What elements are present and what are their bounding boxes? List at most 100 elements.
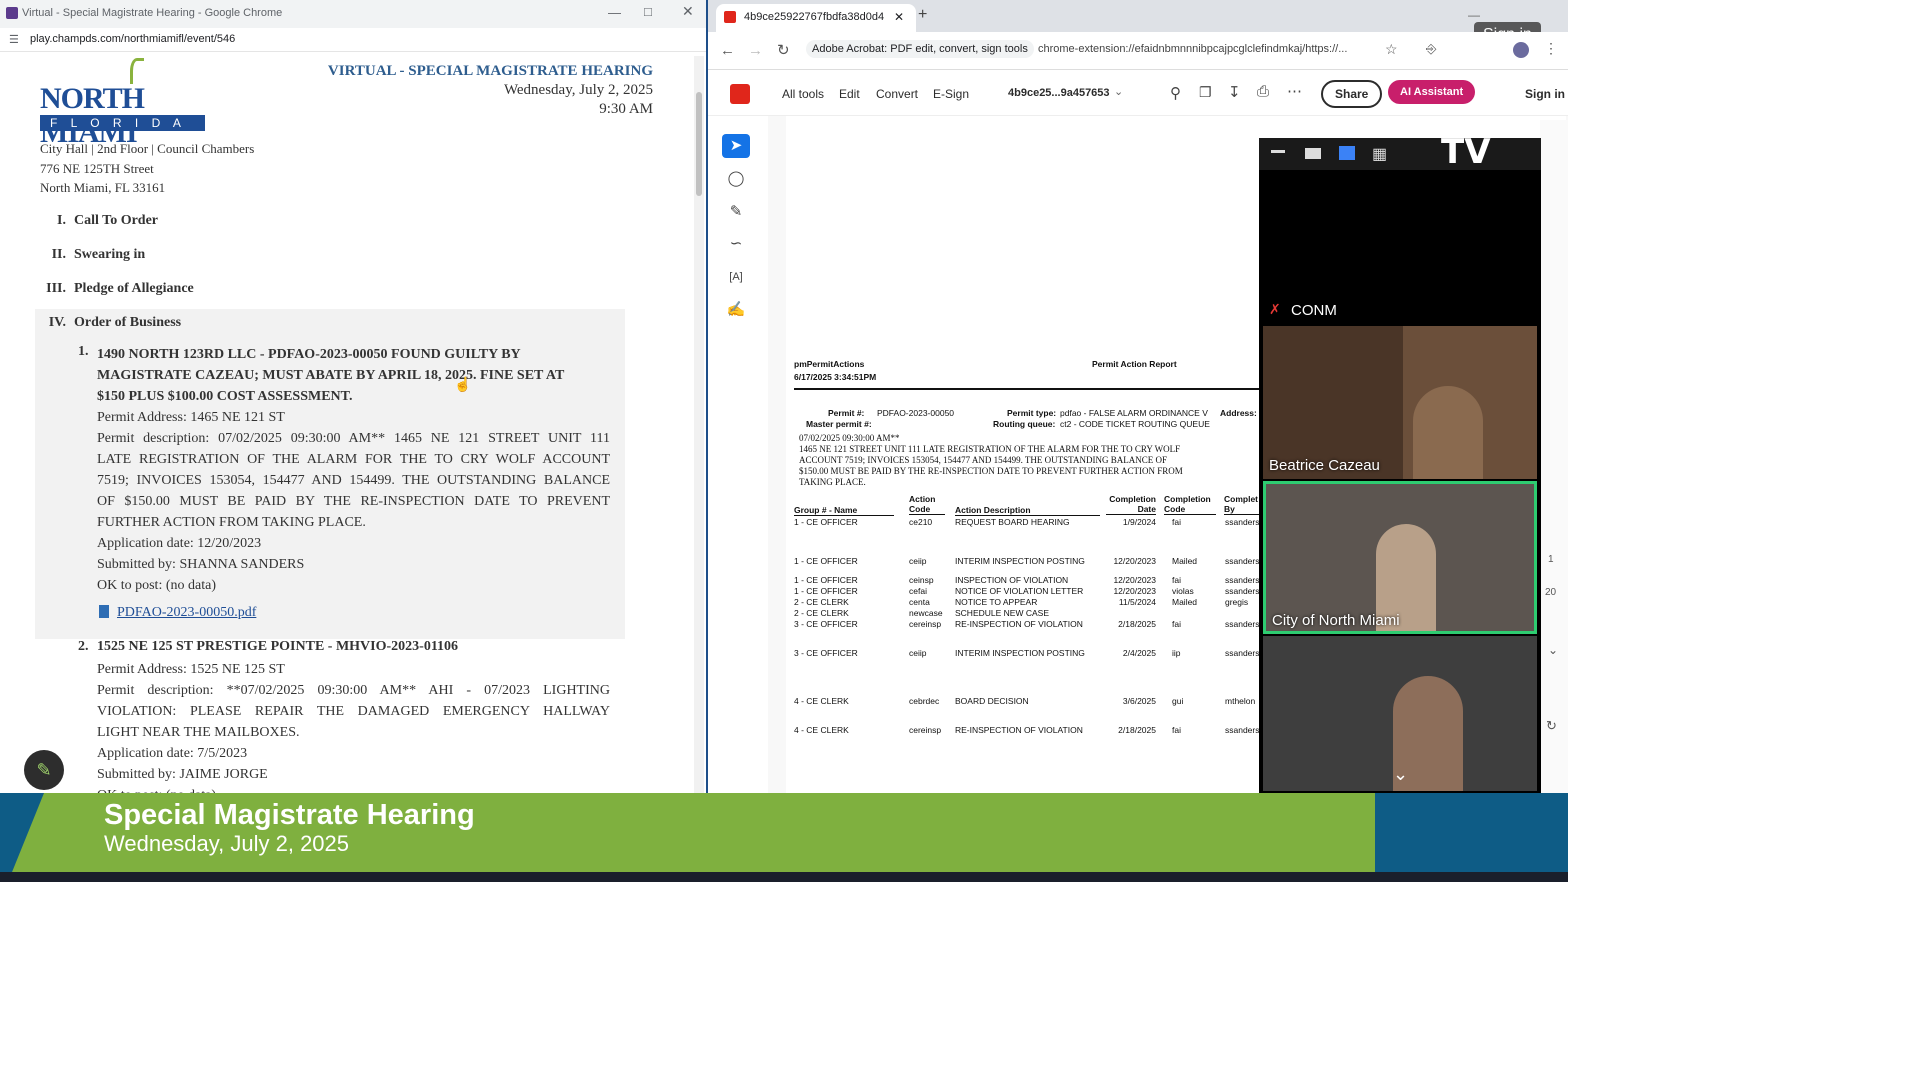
file-icon bbox=[99, 605, 109, 618]
agenda-num: I. bbox=[57, 213, 66, 228]
cell-code: cereinsp bbox=[909, 725, 942, 735]
cell-by: gregis bbox=[1225, 597, 1249, 607]
cell-date: 11/5/2024 bbox=[1118, 597, 1156, 607]
sign-tool-icon[interactable]: ✍ bbox=[722, 298, 750, 322]
broadcast-banner: Special Magistrate Hearing Wednesday, Ju… bbox=[0, 793, 1568, 882]
acrobat-logo-icon[interactable] bbox=[730, 84, 750, 104]
cell-desc: REQUEST BOARD HEARING bbox=[955, 517, 1070, 527]
file-name[interactable]: 4b9ce25...9a457653 bbox=[1008, 87, 1110, 99]
highlight-tool-icon[interactable]: ✎ bbox=[722, 200, 750, 224]
cell-code: ceinsp bbox=[909, 575, 934, 585]
site-info-icon[interactable]: ☰ bbox=[9, 33, 19, 46]
cell-code: cefai bbox=[909, 586, 927, 596]
close-button[interactable]: ✕ bbox=[682, 3, 694, 20]
agenda-item: Order of Business bbox=[74, 315, 182, 330]
extensions-icon[interactable]: ⎆ bbox=[1426, 41, 1436, 57]
cell-date: 12/20/2023 bbox=[1113, 586, 1156, 596]
draw-tool-icon[interactable]: ∽ bbox=[722, 232, 750, 256]
forward-icon[interactable]: → bbox=[748, 42, 763, 59]
participant-name: Beatrice Cazeau bbox=[1269, 457, 1380, 474]
tab-pdf[interactable]: 4b9ce25922767fbdfa38d0d45f ✕ bbox=[716, 4, 916, 32]
page-side-number: 20 bbox=[1545, 587, 1557, 598]
cell-code: cebrdec bbox=[909, 696, 940, 706]
back-icon[interactable]: ← bbox=[720, 42, 735, 59]
bookmark-star-icon[interactable]: ☆ bbox=[1385, 41, 1398, 58]
doc-title: VIRTUAL - SPECIAL MAGISTRATE HEARING bbox=[327, 63, 653, 79]
download-icon[interactable]: ↧ bbox=[1228, 83, 1241, 101]
cell-comp-code: iip bbox=[1172, 648, 1181, 658]
gallery-strip-icon[interactable] bbox=[1339, 146, 1355, 160]
logo-florida: F L O R I D A bbox=[50, 116, 186, 130]
tv-logo: TV bbox=[1441, 132, 1491, 172]
profile-avatar[interactable] bbox=[1513, 42, 1529, 58]
menu-esign[interactable]: E-Sign bbox=[933, 87, 969, 101]
muted-mic-icon: ✗ bbox=[1269, 301, 1281, 317]
menu-convert[interactable]: Convert bbox=[876, 87, 918, 101]
reload-icon[interactable]: ↻ bbox=[777, 41, 790, 59]
address-bar[interactable]: ☰ play.champds.com/northmiamifl/event/54… bbox=[0, 28, 706, 52]
menu-edit[interactable]: Edit bbox=[839, 87, 860, 101]
new-tab-button[interactable]: + bbox=[918, 6, 927, 24]
search-icon[interactable]: ⚲ bbox=[1170, 84, 1181, 102]
cell-desc: RE-INSPECTION OF VIOLATION bbox=[955, 619, 1083, 629]
cell-desc: SCHEDULE NEW CASE bbox=[955, 608, 1049, 618]
more-menu-icon[interactable]: ⋮ bbox=[1544, 40, 1558, 57]
cell-group: 3 - CE OFFICER bbox=[794, 648, 858, 658]
grid-view-icon[interactable]: ▦ bbox=[1372, 144, 1387, 164]
sign-in-link[interactable]: Sign in bbox=[1525, 87, 1565, 101]
cell-group: 4 - CE CLERK bbox=[794, 696, 849, 706]
url-text[interactable]: play.champds.com/northmiamifl/event/546 bbox=[30, 33, 235, 45]
cell-code: centa bbox=[909, 597, 930, 607]
select-tool-icon[interactable]: ➤ bbox=[722, 134, 750, 158]
extension-site-label[interactable]: Adobe Acrobat: PDF edit, convert, sign t… bbox=[806, 40, 1034, 58]
left-title-bar: Virtual - Special Magistrate Hearing - G… bbox=[0, 0, 706, 28]
tab-close-icon[interactable]: ✕ bbox=[894, 10, 904, 24]
cell-by: mthelon bbox=[1225, 696, 1256, 706]
agenda-num: III. bbox=[46, 281, 66, 296]
maximize-button[interactable]: □ bbox=[644, 4, 652, 19]
item-heading-line: $150 PLUS $100.00 COST ASSESSMENT. bbox=[97, 389, 353, 404]
cell-desc: RE-INSPECTION OF VIOLATION bbox=[955, 725, 1083, 735]
annotate-pen-button[interactable]: ✎ bbox=[24, 750, 64, 790]
acrobat-url-bar[interactable]: ← → ↻ Adobe Acrobat: PDF edit, convert, … bbox=[708, 32, 1568, 70]
cell-by: ssanders bbox=[1225, 619, 1260, 629]
cell-desc: NOTICE OF VIOLATION LETTER bbox=[955, 586, 1084, 596]
cell-comp-code: fai bbox=[1172, 725, 1181, 735]
rotate-icon[interactable]: ↻ bbox=[1546, 718, 1557, 734]
minimize-button[interactable]: — bbox=[608, 5, 621, 20]
cell-desc: BOARD DECISION bbox=[955, 696, 1029, 706]
scrollbar-track[interactable] bbox=[694, 56, 704, 793]
ai-assistant-button[interactable]: AI Assistant bbox=[1388, 80, 1476, 104]
cell-date: 2/18/2025 bbox=[1118, 725, 1156, 735]
submitted-by: Submitted by: SHANNA SANDERS bbox=[97, 557, 305, 572]
chevron-down-icon[interactable]: ⌄ bbox=[1548, 643, 1558, 657]
tab-title: 4b9ce25922767fbdfa38d0d45f bbox=[744, 11, 884, 23]
print-icon[interactable]: ⎙ bbox=[1257, 83, 1269, 100]
banner-title: Special Magistrate Hearing bbox=[104, 799, 475, 831]
comment-tool-icon[interactable]: ◯ bbox=[722, 167, 750, 191]
chevron-down-icon[interactable]: ⌄ bbox=[1393, 764, 1408, 785]
agenda-num: IV. bbox=[48, 315, 66, 330]
attachment-link[interactable]: PDFAO-2023-00050.pdf bbox=[117, 605, 256, 621]
application-date: Application date: 7/5/2023 bbox=[97, 746, 248, 761]
more-options-icon[interactable]: ⋯ bbox=[1287, 82, 1302, 100]
minimize-view-icon[interactable] bbox=[1271, 150, 1285, 153]
video-toolbar: ▦ bbox=[1259, 138, 1541, 170]
cell-group: 1 - CE OFFICER bbox=[794, 575, 858, 585]
pages-icon[interactable]: ❐ bbox=[1199, 84, 1212, 101]
scrollbar-thumb[interactable] bbox=[696, 92, 702, 196]
chevron-down-icon[interactable]: ⌄ bbox=[1114, 85, 1123, 98]
participant-tile: Beatrice Cazeau bbox=[1263, 326, 1537, 479]
share-button[interactable]: Share bbox=[1321, 80, 1383, 108]
address-line-1: City Hall | 2nd Floor | Council Chambers bbox=[40, 141, 255, 156]
menu-all-tools[interactable]: All tools bbox=[782, 87, 824, 101]
text-tool-icon[interactable]: [A] bbox=[722, 265, 750, 289]
url-text[interactable]: chrome-extension://efaidnbmnnnibpcajpcgl… bbox=[1038, 43, 1368, 55]
permit-description: Permit description: 07/02/2025 09:30:00 … bbox=[97, 431, 610, 446]
speaker-view-icon[interactable] bbox=[1305, 148, 1321, 159]
video-conference-panel: ▦ TV ✗ CONM Beatrice Cazeau City of Nort… bbox=[1259, 132, 1541, 793]
minimize-button[interactable]: — bbox=[1468, 8, 1480, 22]
cell-comp-code: fai bbox=[1172, 517, 1181, 527]
cell-by: ssanders bbox=[1225, 575, 1260, 585]
cell-date: 1/9/2024 bbox=[1122, 517, 1156, 527]
